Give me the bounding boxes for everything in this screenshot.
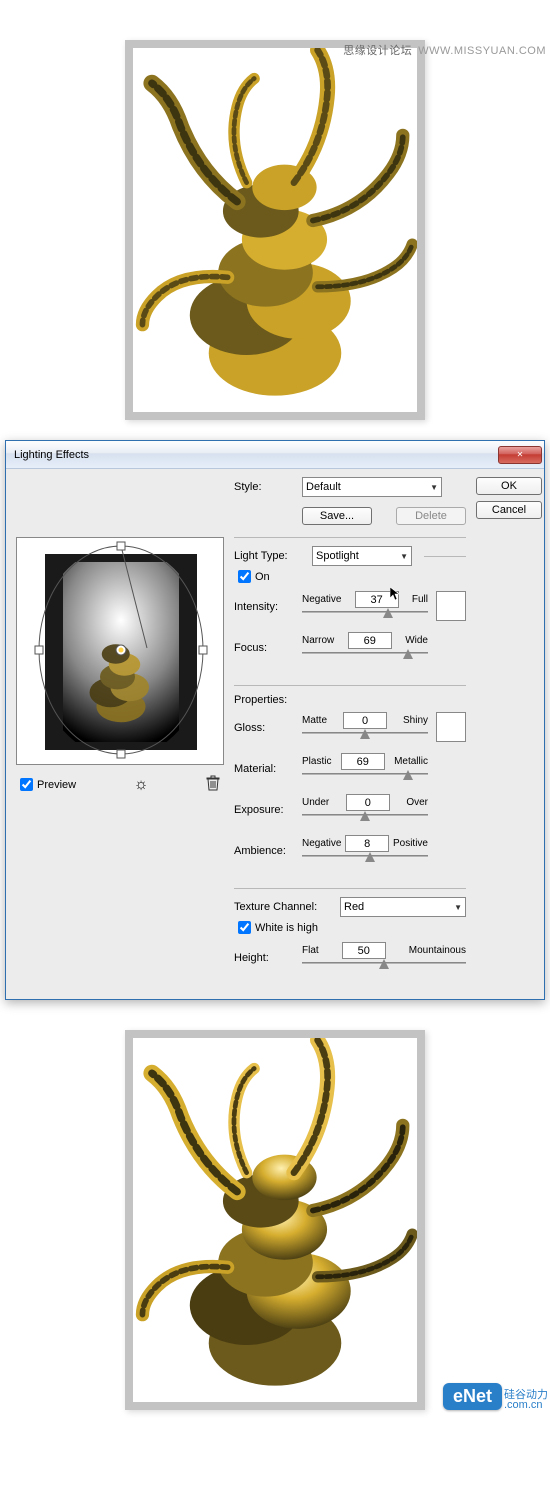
focus-slider[interactable] — [302, 649, 428, 663]
material-input[interactable] — [341, 753, 385, 770]
exposure-input[interactable] — [346, 794, 390, 811]
intensity-slider[interactable] — [302, 608, 428, 622]
preview-checkbox[interactable]: Preview — [20, 778, 76, 791]
chevron-down-icon: ▼ — [454, 903, 462, 912]
intensity-label: Intensity: — [234, 601, 296, 613]
watermark-top: 思缘设计论坛WWW.MISSYUAN.COM — [343, 42, 546, 58]
light-type-select[interactable]: Spotlight▼ — [312, 546, 412, 566]
dialog-title: Lighting Effects — [14, 449, 498, 461]
texture-channel-select[interactable]: Red▼ — [340, 897, 466, 917]
trash-icon[interactable] — [206, 775, 220, 794]
ok-button[interactable]: OK — [476, 477, 542, 495]
material-slider[interactable] — [302, 770, 428, 784]
properties-label: Properties: — [234, 694, 466, 706]
ambience-input[interactable] — [345, 835, 389, 852]
ambience-label: Ambience: — [234, 845, 296, 857]
save-button[interactable]: Save... — [302, 507, 372, 525]
light-type-label: Light Type: — [234, 550, 306, 562]
intensity-input[interactable] — [355, 591, 399, 608]
style-select[interactable]: Default▼ — [302, 477, 442, 497]
chevron-down-icon: ▼ — [430, 483, 438, 492]
texture-channel-label: Texture Channel: — [234, 901, 334, 913]
ambience-slider[interactable] — [302, 852, 428, 866]
exposure-slider[interactable] — [302, 811, 428, 825]
chevron-down-icon: ▼ — [400, 552, 408, 561]
height-input[interactable] — [342, 942, 386, 959]
delete-button: Delete — [396, 507, 466, 525]
lighting-effects-dialog: Lighting Effects ✕ — [5, 440, 545, 1000]
light-color-swatch[interactable] — [436, 591, 466, 621]
on-checkbox[interactable]: On — [238, 570, 466, 583]
enet-logo: eNet 硅谷动力 .com.cn — [443, 1383, 548, 1410]
height-slider[interactable] — [302, 959, 466, 973]
artwork-after — [125, 1030, 425, 1410]
cancel-button[interactable]: Cancel — [476, 501, 542, 519]
height-label: Height: — [234, 952, 296, 964]
artwork-before — [125, 40, 425, 420]
exposure-label: Exposure: — [234, 804, 296, 816]
titlebar: Lighting Effects ✕ — [6, 441, 544, 469]
preview-area[interactable] — [16, 537, 224, 765]
focus-input[interactable] — [348, 632, 392, 649]
gloss-slider[interactable] — [302, 729, 428, 743]
focus-label: Focus: — [234, 642, 296, 654]
gloss-label: Gloss: — [234, 722, 296, 734]
white-high-checkbox[interactable]: White is high — [238, 921, 466, 934]
style-label: Style: — [234, 481, 296, 493]
close-button[interactable]: ✕ — [498, 446, 542, 464]
lightbulb-icon[interactable]: ☼ — [134, 776, 149, 794]
gloss-input[interactable] — [343, 712, 387, 729]
ambient-color-swatch[interactable] — [436, 712, 466, 742]
material-label: Material: — [234, 763, 296, 775]
